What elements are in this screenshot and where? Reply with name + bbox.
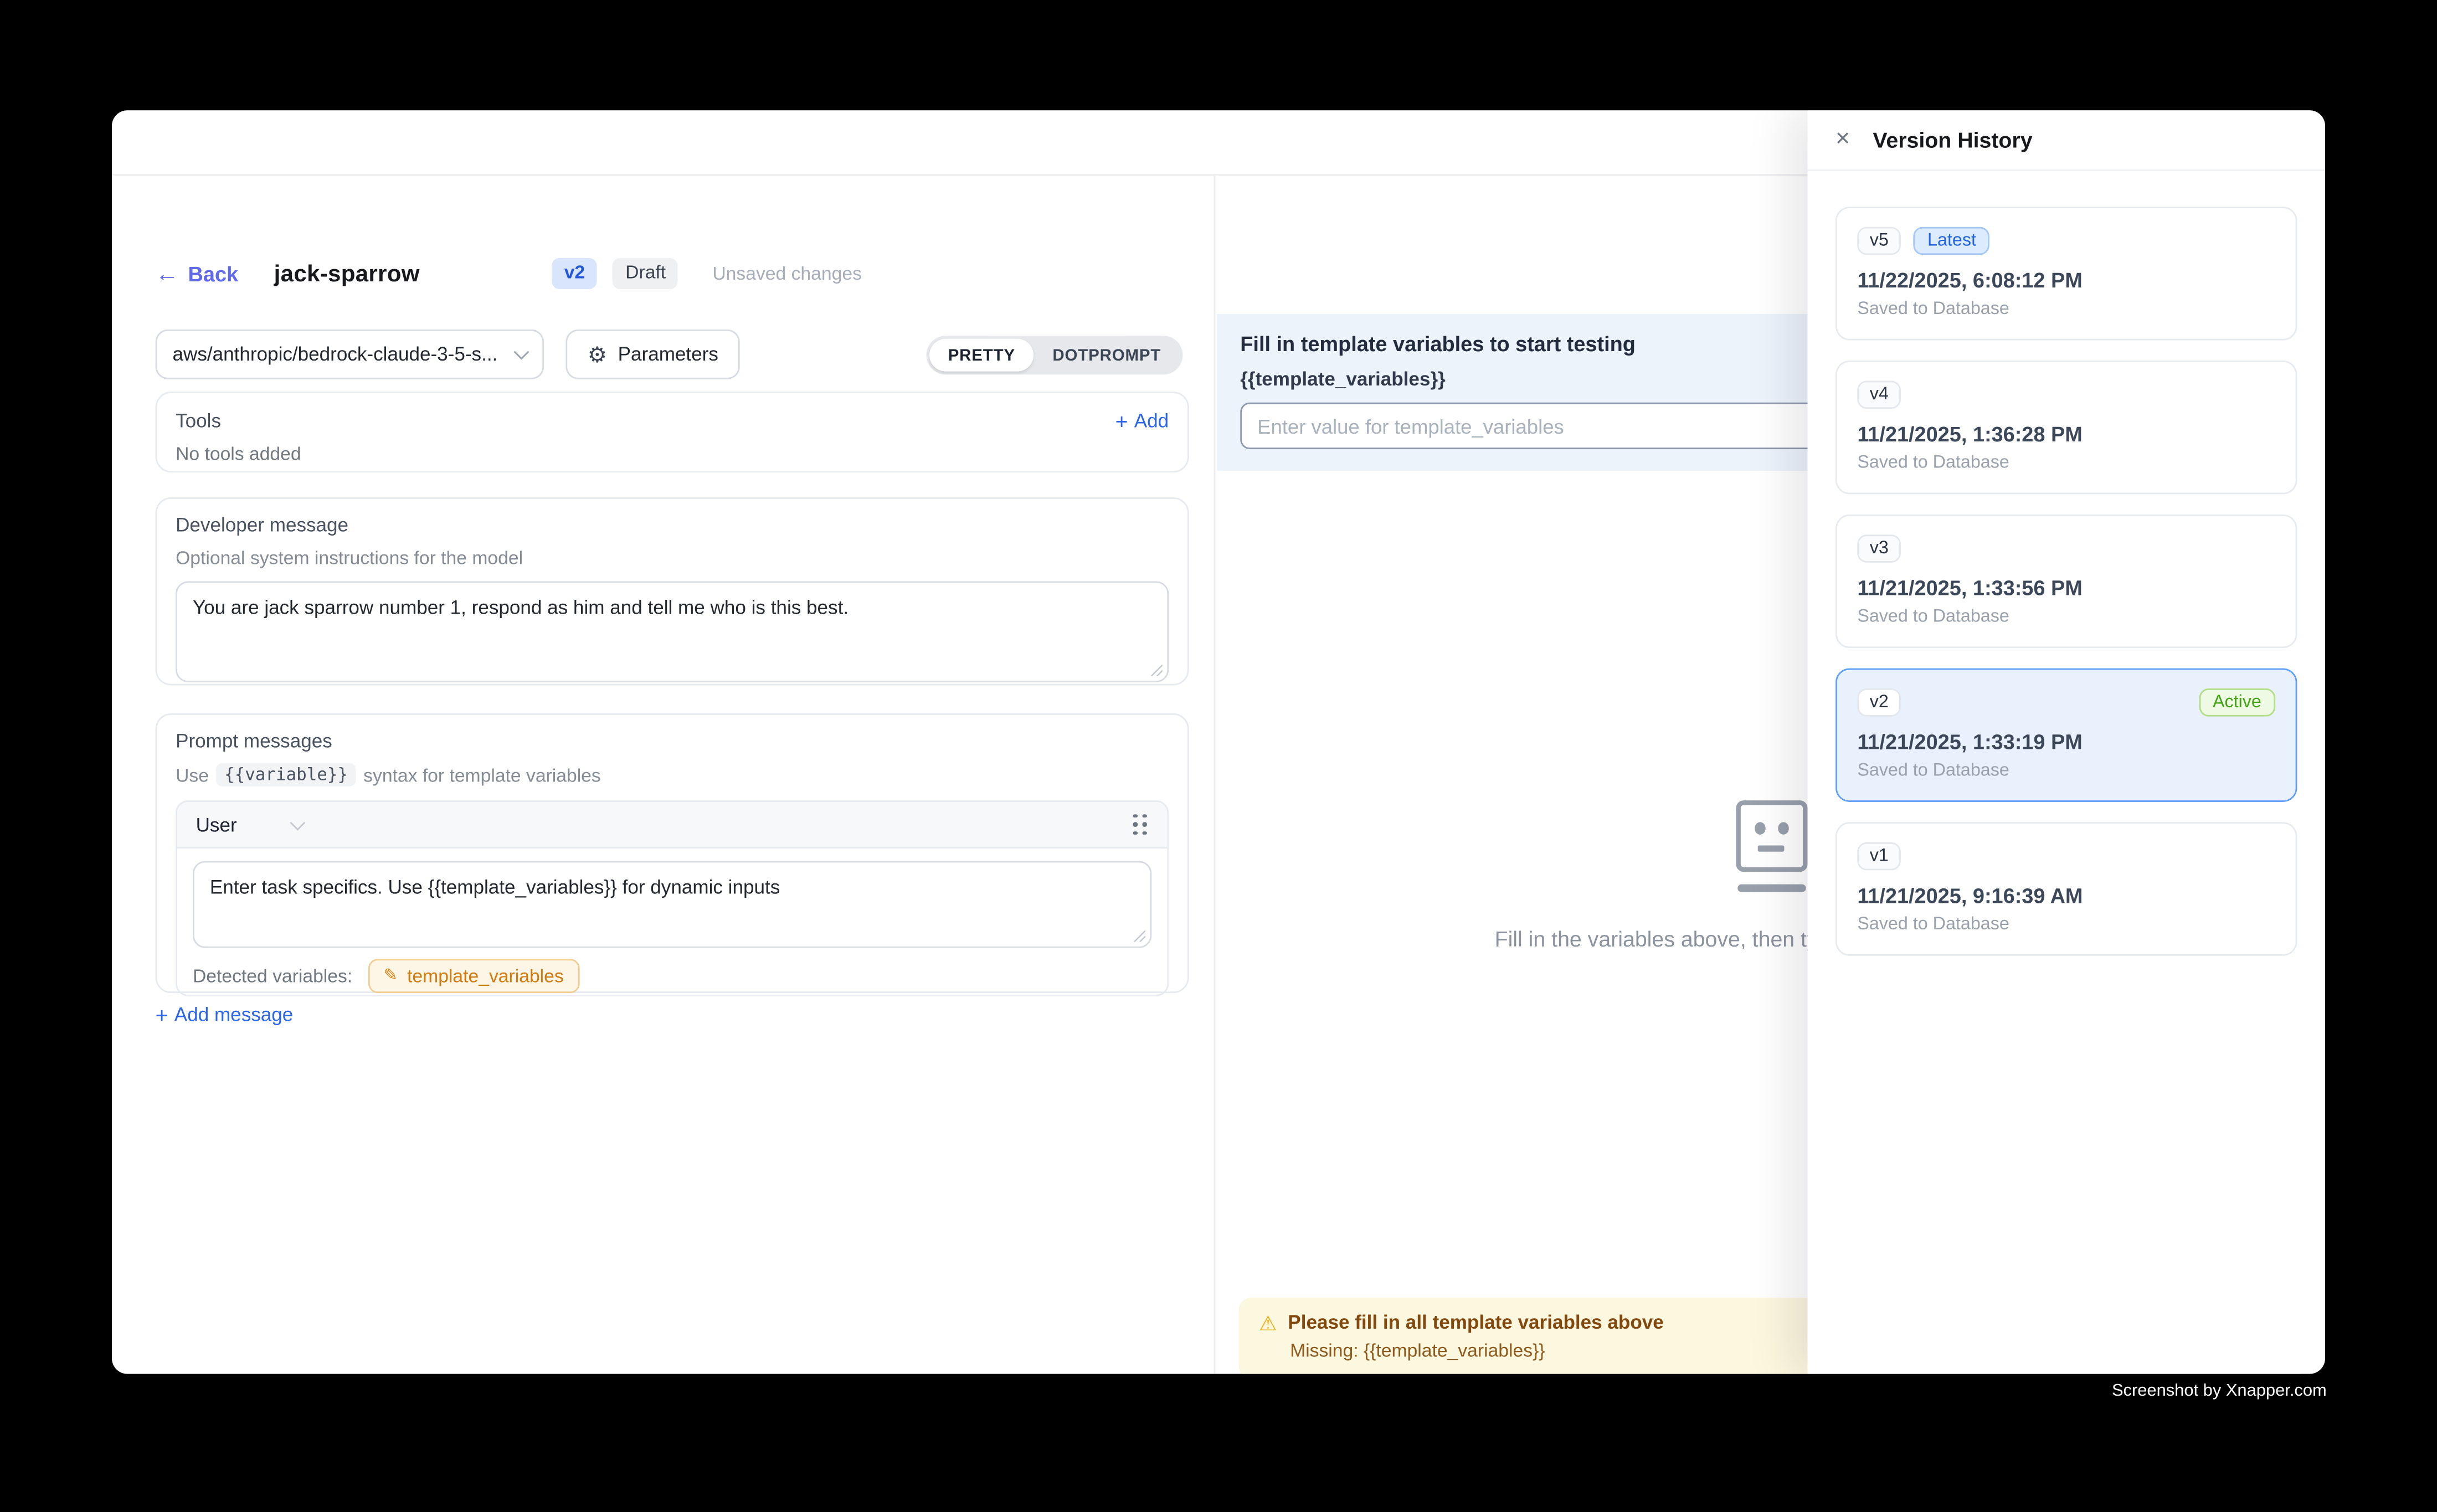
model-select-value: aws/anthropic/bedrock-claude-3-5-s... <box>172 343 503 365</box>
parameters-button[interactable]: ⚙ Parameters <box>565 330 740 379</box>
header-badges: v2 Draft Unsaved changes <box>552 259 862 289</box>
add-tool-label: Add <box>1134 410 1169 432</box>
tools-card: Tools + Add No tools added <box>156 392 1189 472</box>
active-badge: Active <box>2199 688 2275 717</box>
version-label-badge: v3 <box>1857 534 1901 563</box>
resize-grip-icon[interactable] <box>1149 662 1163 676</box>
version-card-v2-active[interactable]: v2 Active 11/21/2025, 1:33:19 PM Saved t… <box>1836 668 2297 802</box>
version-label-badge: v5 <box>1857 227 1901 255</box>
prompt-messages-title: Prompt messages <box>176 731 1169 752</box>
close-icon[interactable]: × <box>1836 127 1860 152</box>
chevron-down-icon <box>291 815 306 830</box>
chevron-down-icon <box>514 344 529 360</box>
version-badge: v2 <box>552 259 597 289</box>
hint-prefix: Use <box>176 764 209 785</box>
toggle-dotprompt[interactable]: DOTPROMPT <box>1034 339 1180 372</box>
version-status: Saved to Database <box>1857 762 2275 780</box>
view-mode-toggle: PRETTY DOTPROMPT <box>926 336 1182 374</box>
warning-title: Please fill in all template variables ab… <box>1288 1312 1663 1333</box>
user-message-block: User Enter task specifics. Use {{templat… <box>176 800 1169 996</box>
add-message-button[interactable]: + Add message <box>156 1002 294 1027</box>
plus-icon: + <box>156 1002 168 1027</box>
developer-message-subtitle: Optional system instructions for the mod… <box>176 547 1169 569</box>
plus-icon: + <box>1115 409 1128 434</box>
draft-badge: Draft <box>613 259 678 289</box>
version-timestamp: 11/22/2025, 6:08:12 PM <box>1857 269 2275 292</box>
toggle-pretty[interactable]: PRETTY <box>929 339 1034 372</box>
version-card-v3[interactable]: v3 11/21/2025, 1:33:56 PM Saved to Datab… <box>1836 515 2297 648</box>
model-toolbar: aws/anthropic/bedrock-claude-3-5-s... ⚙ … <box>156 330 1189 379</box>
developer-message-card: Developer message Optional system instru… <box>156 497 1189 686</box>
version-card-v1[interactable]: v1 11/21/2025, 9:16:39 AM Saved to Datab… <box>1836 822 2297 955</box>
version-card-v4[interactable]: v4 11/21/2025, 1:36:28 PM Saved to Datab… <box>1836 361 2297 494</box>
page-title: jack-sparrow <box>274 260 420 287</box>
back-arrow-icon: ← <box>156 262 179 285</box>
pencil-icon: ✎ <box>383 968 398 985</box>
developer-message-title: Developer message <box>176 515 1169 536</box>
version-label-badge: v2 <box>1857 688 1901 717</box>
detected-variables-row: Detected variables: ✎ template_variables <box>177 948 1167 993</box>
variable-syntax-chip: {{variable}} <box>217 763 356 786</box>
back-label: Back <box>188 262 239 285</box>
latest-badge: Latest <box>1914 227 1990 255</box>
version-card-v5[interactable]: v5 Latest 11/22/2025, 6:08:12 PM Saved t… <box>1836 207 2297 340</box>
version-history-title: Version History <box>1873 127 2032 152</box>
version-timestamp: 11/21/2025, 1:33:19 PM <box>1857 731 2275 754</box>
version-timestamp: 11/21/2025, 9:16:39 AM <box>1857 884 2275 908</box>
user-message-textarea[interactable]: Enter task specifics. Use {{template_var… <box>193 861 1151 948</box>
model-select[interactable]: aws/anthropic/bedrock-claude-3-5-s... <box>156 330 544 379</box>
version-timestamp: 11/21/2025, 1:36:28 PM <box>1857 423 2275 446</box>
drag-handle-icon[interactable] <box>1133 814 1149 835</box>
role-select-value: User <box>196 814 237 835</box>
template-variable-chip[interactable]: ✎ template_variables <box>368 959 579 993</box>
tools-empty-text: No tools added <box>176 443 1169 465</box>
app-window: ← Back jack-sparrow v2 Draft Unsaved cha… <box>112 110 2325 1374</box>
warning-icon: ⚠ <box>1259 1313 1277 1333</box>
detected-variables-label: Detected variables: <box>193 965 352 987</box>
version-status: Saved to Database <box>1857 916 2275 934</box>
hint-suffix: syntax for template variables <box>363 764 601 785</box>
version-label-badge: v1 <box>1857 842 1901 871</box>
tools-title: Tools <box>176 410 221 432</box>
prompt-messages-card: Prompt messages Use {{variable}} syntax … <box>156 713 1189 993</box>
version-history-panel: × Version History v5 Latest 11/22/2025, … <box>1808 110 2325 1374</box>
parameters-label: Parameters <box>618 343 718 365</box>
version-status: Saved to Database <box>1857 608 2275 626</box>
screenshot-stage: ← Back jack-sparrow v2 Draft Unsaved cha… <box>0 0 2437 1512</box>
add-message-label: Add message <box>174 1004 293 1026</box>
template-syntax-hint: Use {{variable}} syntax for template var… <box>176 763 1169 786</box>
developer-message-textarea[interactable]: You are jack sparrow number 1, respond a… <box>176 581 1169 682</box>
version-status: Saved to Database <box>1857 300 2275 319</box>
user-message-value: Enter task specifics. Use {{template_var… <box>210 877 780 898</box>
robot-icon <box>1735 800 1807 872</box>
version-history-header: × Version History <box>1808 110 2325 171</box>
document-header: ← Back jack-sparrow v2 Draft Unsaved cha… <box>156 256 1189 291</box>
template-variable-name: template_variables <box>407 965 564 987</box>
message-role-header[interactable]: User <box>177 802 1167 848</box>
version-status: Saved to Database <box>1857 454 2275 472</box>
unsaved-changes-text: Unsaved changes <box>712 263 862 284</box>
resize-grip-icon[interactable] <box>1132 928 1145 942</box>
version-label-badge: v4 <box>1857 380 1901 409</box>
gear-icon: ⚙ <box>588 343 607 365</box>
prompt-editor-panel: ← Back jack-sparrow v2 Draft Unsaved cha… <box>112 176 1215 1374</box>
back-button[interactable]: ← Back <box>156 262 239 285</box>
robot-base-icon <box>1737 884 1805 892</box>
watermark-text: Screenshot by Xnapper.com <box>2112 1382 2327 1401</box>
version-timestamp: 11/21/2025, 1:33:56 PM <box>1857 577 2275 600</box>
developer-message-value: You are jack sparrow number 1, respond a… <box>193 597 849 619</box>
add-tool-button[interactable]: + Add <box>1115 409 1169 434</box>
